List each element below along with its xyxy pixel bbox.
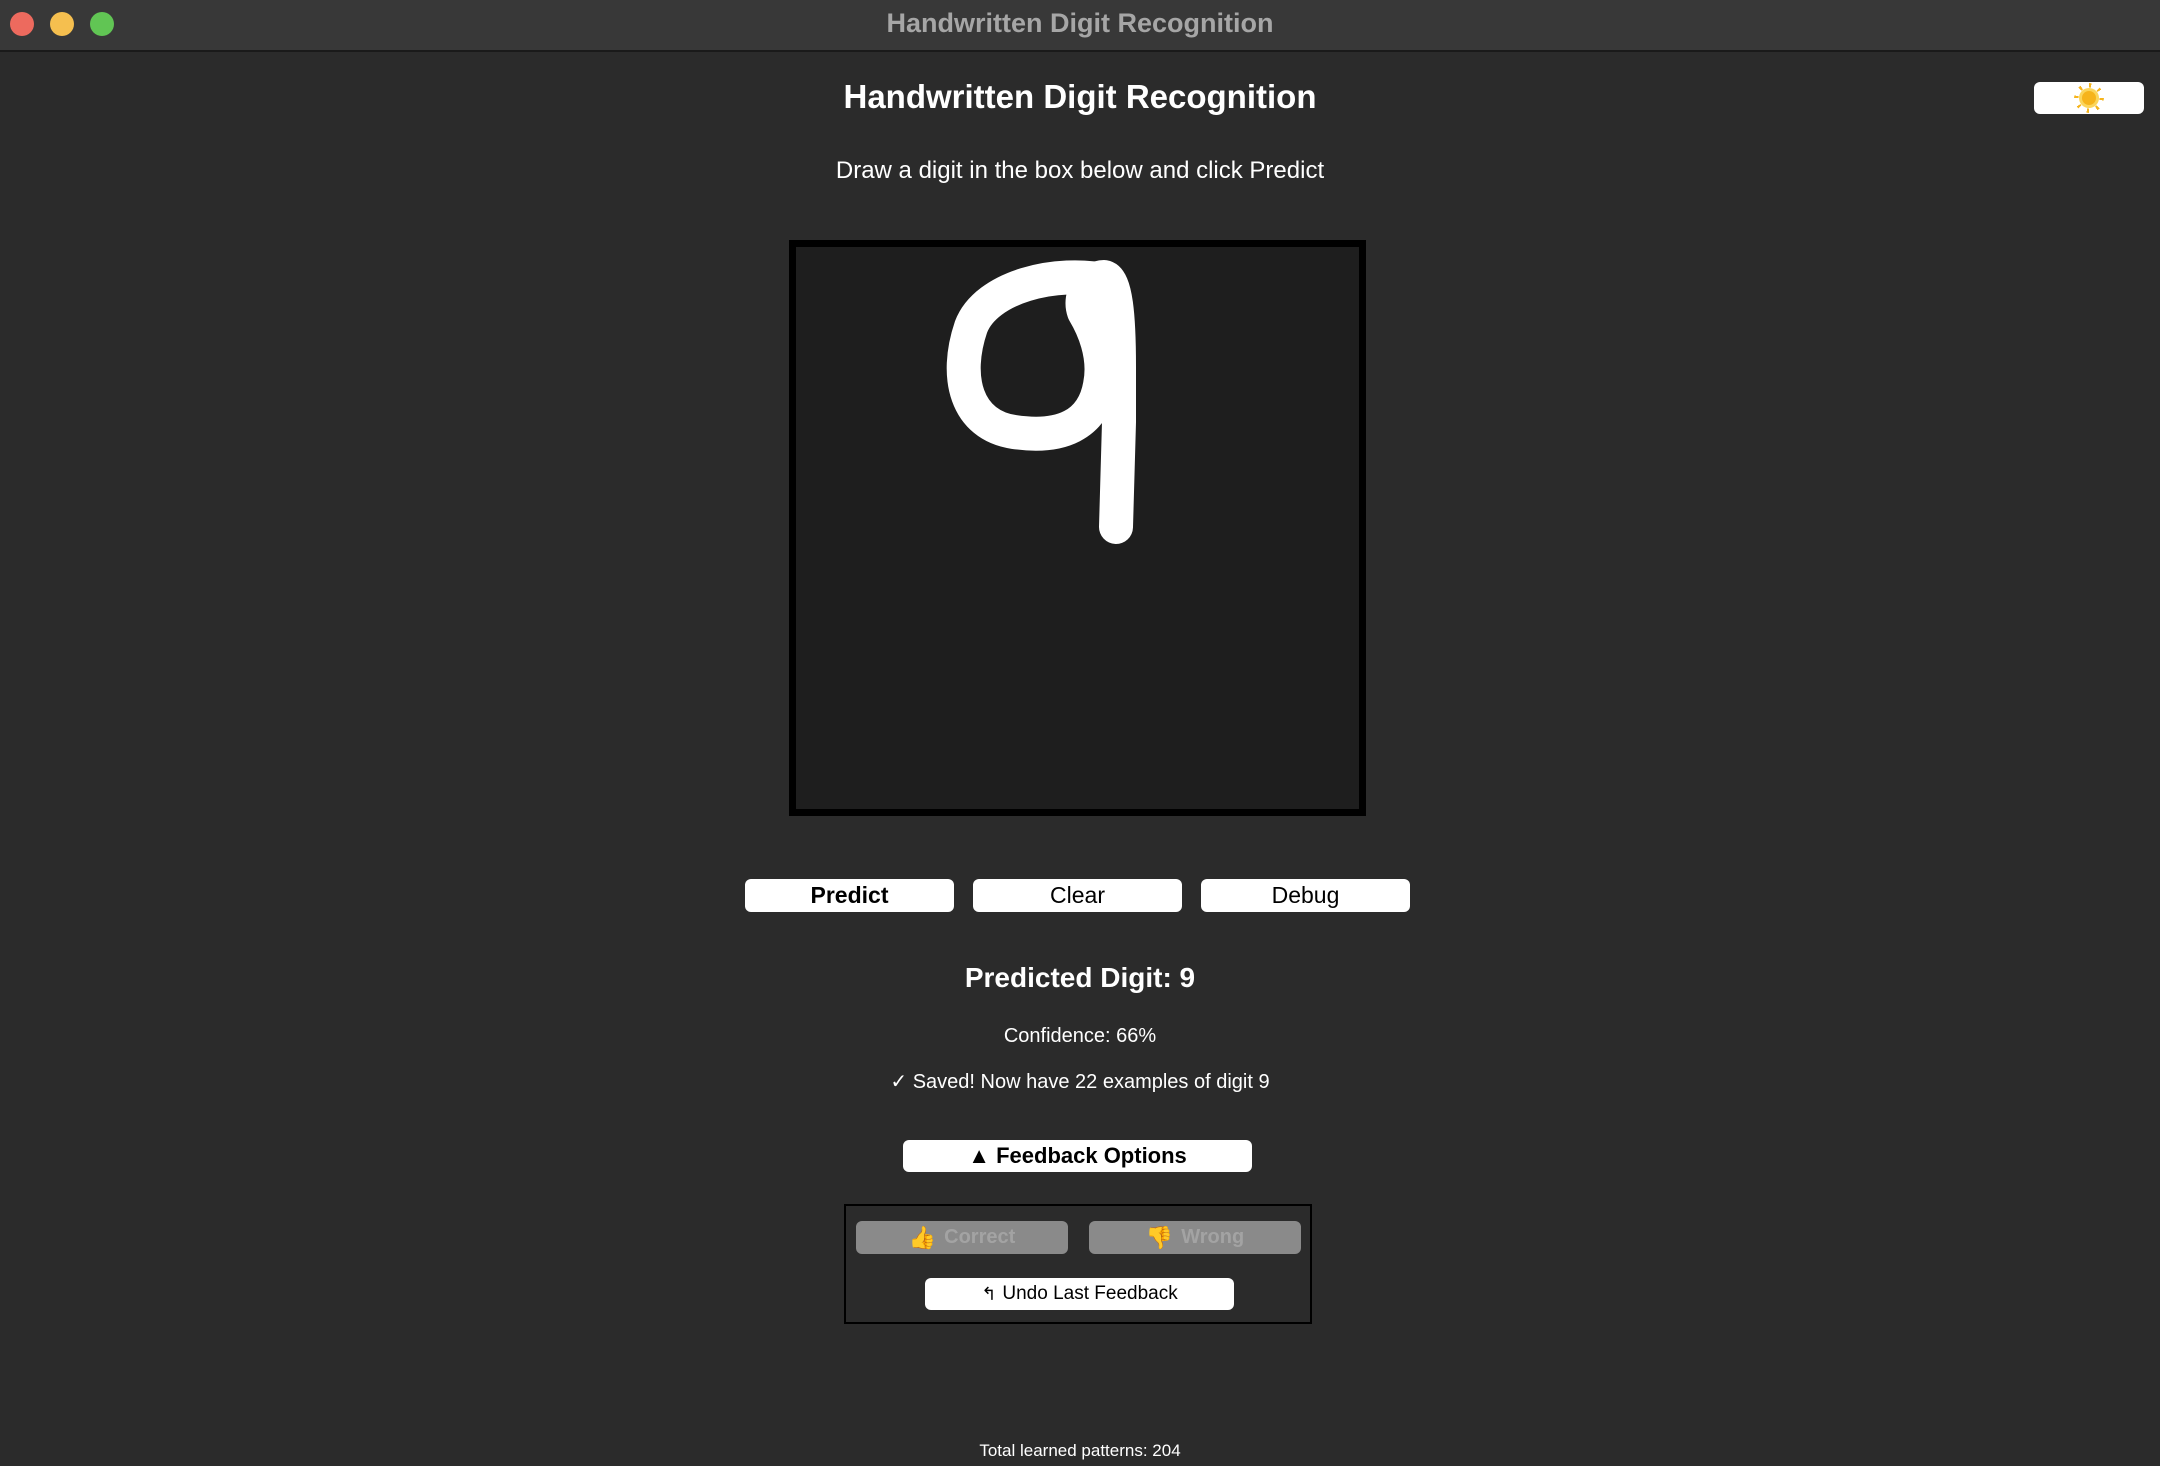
confidence-label: Confidence: 66% [1003, 1025, 1157, 1047]
window-title: Handwritten Digit Recognition [886, 8, 1274, 38]
wrong-label: Wrong [1181, 1226, 1245, 1248]
clear-button[interactable]: Clear [973, 879, 1182, 912]
undo-arrow-icon: ↰ [981, 1283, 997, 1304]
thumbs-up-icon: 👍 [908, 1224, 937, 1250]
undo-feedback-button[interactable]: ↰ Undo Last Feedback [925, 1278, 1234, 1310]
page-title: Handwritten Digit Recognition [843, 78, 1317, 115]
feedback-options-toggle[interactable]: ▲ Feedback Options [903, 1140, 1252, 1172]
total-patterns-label: Total learned patterns: 204 [979, 1441, 1181, 1460]
debug-button[interactable]: Debug [1201, 879, 1410, 912]
wrong-button[interactable]: 👎 Wrong [1089, 1221, 1301, 1254]
correct-label: Correct [944, 1226, 1016, 1248]
saved-status-message: ✓ Saved! Now have 22 examples of digit 9 [890, 1071, 1270, 1093]
correct-button[interactable]: 👍 Correct [856, 1221, 1068, 1254]
predict-button[interactable]: Predict [745, 879, 954, 912]
app-window: Handwritten Digit Recognition Handwritte… [0, 0, 2160, 1466]
title-bar: Handwritten Digit Recognition [0, 0, 2160, 52]
instructions-text: Draw a digit in the box below and click … [835, 157, 1325, 184]
drawing-canvas[interactable] [789, 240, 1366, 816]
feedback-panel: 👍 Correct 👎 Wrong ↰ Undo Last Feedback [844, 1204, 1312, 1324]
undo-label: Undo Last Feedback [1002, 1283, 1178, 1304]
predicted-digit-label: Predicted Digit: 9 [964, 962, 1196, 993]
digit-drawing [946, 260, 1136, 544]
thumbs-down-icon: 👎 [1145, 1224, 1174, 1250]
digit-stroke [946, 260, 1136, 544]
